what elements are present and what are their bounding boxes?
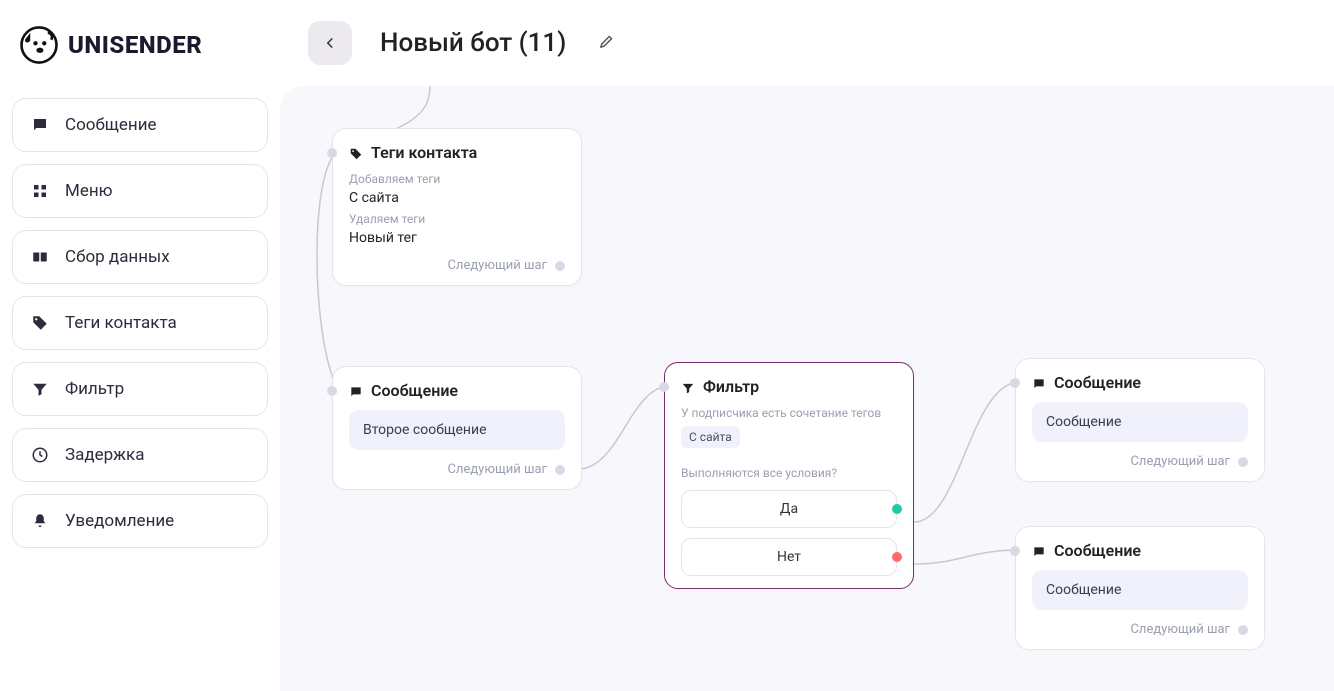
node-output-port[interactable]	[1238, 457, 1248, 467]
next-step-label: Следующий шаг	[1130, 454, 1230, 469]
node-filter[interactable]: Фильтр У подписчика есть сочетание тегов…	[664, 362, 914, 589]
filter-option-yes[interactable]: Да	[681, 490, 897, 528]
node-footer: Следующий шаг	[1032, 454, 1248, 469]
add-tags-label: Добавляем теги	[349, 172, 565, 186]
node-input-port[interactable]	[1010, 378, 1020, 388]
node-title: Сообщение	[371, 381, 458, 400]
brand-logo: UNISENDER	[12, 16, 268, 86]
node-input-port[interactable]	[327, 386, 337, 396]
node-output-port-yes[interactable]	[892, 504, 902, 514]
node-header: Сообщение	[1032, 541, 1248, 560]
sidebar-item-contact-tags[interactable]: Теги контакта	[12, 296, 268, 350]
flow-canvas[interactable]: Теги контакта Добавляем теги С сайта Уда…	[280, 86, 1334, 691]
next-step-label: Следующий шаг	[447, 258, 547, 273]
sidebar-item-label: Теги контакта	[65, 313, 177, 333]
node-header: Сообщение	[1032, 373, 1248, 392]
page-title: Новый бот (11)	[380, 28, 566, 58]
next-step-label: Следующий шаг	[1130, 622, 1230, 637]
chat-icon	[1032, 544, 1046, 558]
node-contact-tags[interactable]: Теги контакта Добавляем теги С сайта Уда…	[332, 128, 582, 286]
option-label: Да	[780, 501, 798, 517]
dog-logo-icon	[18, 24, 60, 66]
sidebar-item-label: Фильтр	[65, 379, 124, 399]
option-label: Нет	[777, 549, 801, 565]
filter-question: Выполняются все условия?	[681, 466, 897, 480]
add-tags-value: С сайта	[349, 190, 565, 206]
sidebar-item-notification[interactable]: Уведомление	[12, 494, 268, 548]
filter-option-no[interactable]: Нет	[681, 538, 897, 576]
pencil-icon	[598, 32, 616, 50]
sidebar-item-filter[interactable]: Фильтр	[12, 362, 268, 416]
sidebar-item-label: Сбор данных	[65, 247, 170, 267]
message-body: Сообщение	[1032, 402, 1248, 442]
node-title: Теги контакта	[371, 143, 477, 162]
form-icon	[31, 248, 49, 266]
topbar: Новый бот (11)	[280, 0, 1334, 86]
chat-icon	[31, 116, 49, 134]
sidebar-item-message[interactable]: Сообщение	[12, 98, 268, 152]
filter-icon	[681, 380, 695, 394]
node-input-port[interactable]	[659, 382, 669, 392]
sidebar-item-label: Задержка	[65, 445, 145, 465]
sidebar-item-label: Уведомление	[65, 511, 174, 531]
node-message-yes-branch[interactable]: Сообщение Сообщение Следующий шаг	[1015, 358, 1265, 482]
filter-tag-chip: С сайта	[681, 426, 740, 448]
node-message-second[interactable]: Сообщение Второе сообщение Следующий шаг	[332, 366, 582, 490]
remove-tags-label: Удаляем теги	[349, 212, 565, 226]
sidebar-item-menu[interactable]: Меню	[12, 164, 268, 218]
node-input-port[interactable]	[327, 148, 337, 158]
remove-tags-value: Новый тег	[349, 230, 565, 246]
chat-icon	[349, 384, 363, 398]
message-body: Сообщение	[1032, 570, 1248, 610]
node-output-port[interactable]	[555, 261, 565, 271]
node-title: Сообщение	[1054, 541, 1141, 560]
sidebar: UNISENDER Сообщение Меню Сбор данных Тег…	[0, 0, 280, 691]
chat-icon	[1032, 376, 1046, 390]
node-output-port[interactable]	[555, 465, 565, 475]
main-area: Новый бот (11) Теги контакта Добавля	[280, 0, 1334, 691]
node-footer: Следующий шаг	[349, 258, 565, 273]
node-header: Теги контакта	[349, 143, 565, 162]
node-footer: Следующий шаг	[1032, 622, 1248, 637]
node-footer: Следующий шаг	[349, 462, 565, 477]
filter-icon	[31, 380, 49, 398]
node-message-no-branch[interactable]: Сообщение Сообщение Следующий шаг	[1015, 526, 1265, 650]
tag-icon	[349, 146, 363, 160]
tag-icon	[31, 314, 49, 332]
sidebar-item-label: Сообщение	[65, 115, 157, 135]
grid-icon	[31, 182, 49, 200]
node-header: Сообщение	[349, 381, 565, 400]
sidebar-item-label: Меню	[65, 181, 113, 201]
node-header: Фильтр	[681, 377, 897, 396]
next-step-label: Следующий шаг	[447, 462, 547, 477]
sidebar-item-delay[interactable]: Задержка	[12, 428, 268, 482]
sidebar-item-data-collection[interactable]: Сбор данных	[12, 230, 268, 284]
arrow-left-icon	[321, 34, 339, 52]
message-body: Второе сообщение	[349, 410, 565, 450]
node-output-port[interactable]	[1238, 625, 1248, 635]
edit-title-button[interactable]	[594, 28, 620, 58]
bell-icon	[31, 512, 49, 530]
node-output-port-no[interactable]	[892, 552, 902, 562]
clock-icon	[31, 446, 49, 464]
back-button[interactable]	[308, 21, 352, 65]
node-title: Фильтр	[703, 377, 759, 396]
node-title: Сообщение	[1054, 373, 1141, 392]
filter-condition-label: У подписчика есть сочетание тегов	[681, 406, 897, 420]
node-input-port[interactable]	[1010, 546, 1020, 556]
brand-name: UNISENDER	[68, 31, 202, 59]
